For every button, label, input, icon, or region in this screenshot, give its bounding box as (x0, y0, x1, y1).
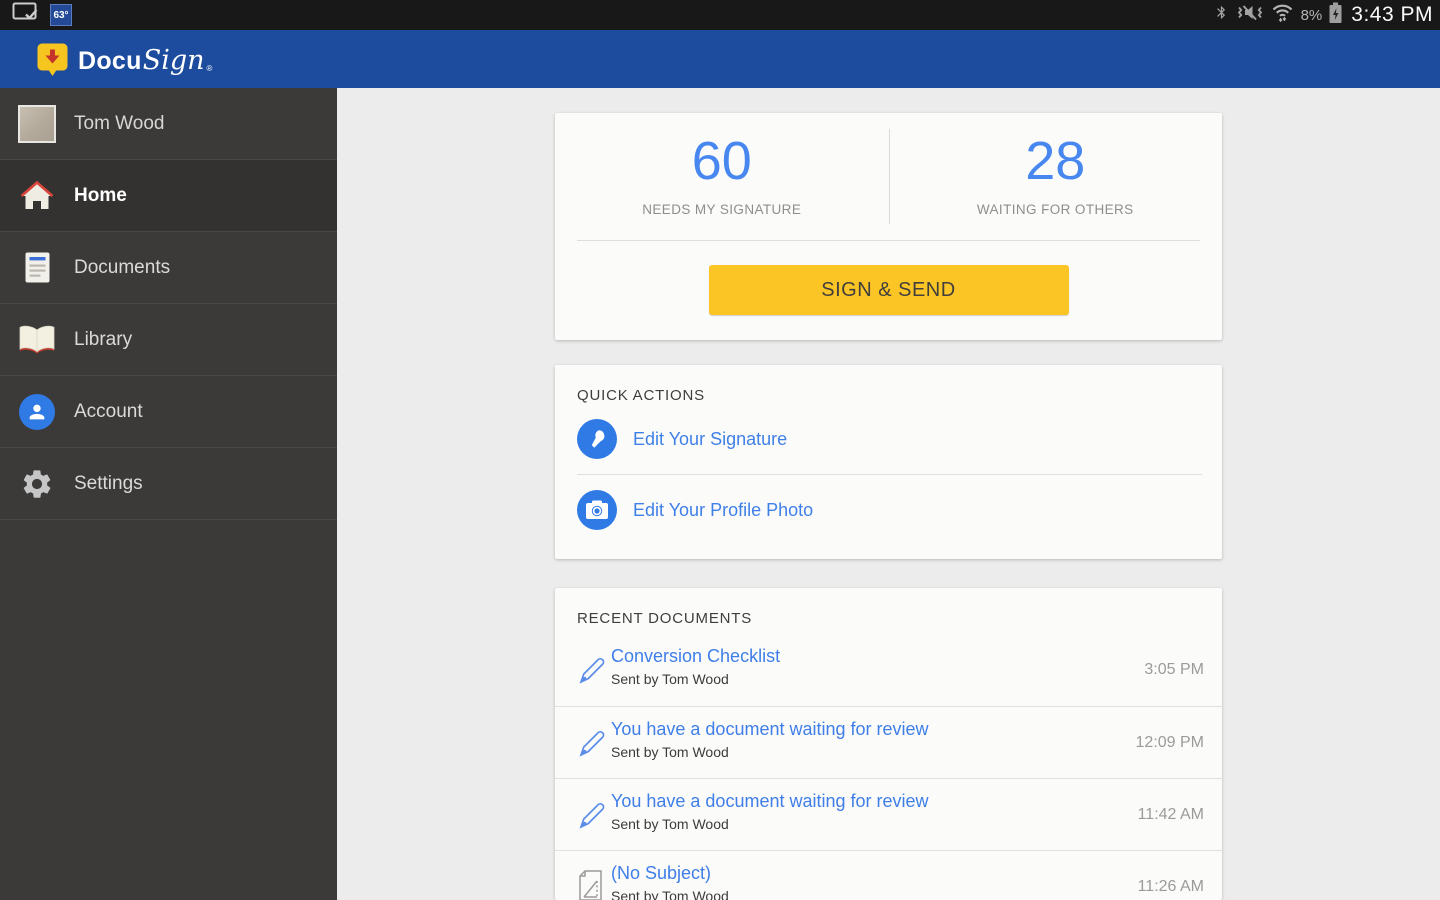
pen-icon (576, 797, 608, 836)
sidebar-item-settings[interactable]: Settings (0, 448, 337, 520)
document-title: You have a document waiting for review (611, 791, 929, 811)
document-sender: Sent by Tom Wood (611, 744, 729, 760)
needs-signature-label: NEEDS MY SIGNATURE (642, 201, 802, 217)
waiting-for-others-count[interactable]: 28 WAITING FOR OTHERS (889, 113, 1223, 240)
book-icon (16, 324, 58, 355)
registered-mark: ® (206, 64, 213, 73)
clock-label: 3:43 PM (1351, 3, 1433, 26)
sidebar-item-label: Home (74, 184, 127, 206)
document-title: (No Subject) (611, 863, 712, 883)
quick-actions-card: QUICK ACTIONS Edit Your Signature Edit Y… (555, 365, 1222, 559)
waiting-for-others-label: WAITING FOR OTHERS (976, 201, 1134, 217)
document-sender: Sent by Tom Wood (611, 816, 729, 832)
document-time: 11:26 AM (1137, 877, 1204, 895)
sidebar-item-library[interactable]: Library (0, 304, 337, 376)
envelope-counts-card: 60 NEEDS MY SIGNATURE 28 WAITING FOR OTH… (555, 113, 1222, 340)
battery-percent-label: 8% (1300, 6, 1323, 24)
status-bar: 63° 8% 3:43 PM (0, 0, 1440, 30)
document-time: 12:09 PM (1135, 733, 1204, 751)
wordmark-sign: Sign (142, 45, 205, 76)
account-person-icon (19, 393, 55, 430)
battery-charging-icon (1329, 2, 1342, 29)
wordmark-docu: Docu (78, 47, 142, 75)
document-time: 11:42 AM (1137, 805, 1204, 823)
screen-cast-check-icon (12, 2, 39, 28)
home-icon (16, 180, 58, 211)
recent-documents-card: RECENT DOCUMENTS Conversion Checklist Se… (555, 588, 1222, 900)
recent-document-row[interactable]: You have a document waiting for review S… (555, 778, 1222, 850)
edit-profile-photo-label: Edit Your Profile Photo (633, 499, 814, 520)
signature-pen-icon (577, 419, 617, 459)
sidebar-item-label: Settings (74, 472, 143, 494)
sidebar-item-label: Documents (74, 256, 171, 278)
needs-my-signature-count[interactable]: 60 NEEDS MY SIGNATURE (555, 113, 889, 240)
edit-signature-label: Edit Your Signature (633, 428, 788, 449)
profile-name: Tom Wood (74, 112, 165, 134)
edit-profile-photo-action[interactable]: Edit Your Profile Photo (555, 475, 1222, 545)
waiting-for-others-value: 28 (1025, 131, 1086, 191)
edit-signature-action[interactable]: Edit Your Signature (555, 404, 1222, 474)
vibrate-mute-icon (1236, 2, 1264, 28)
pen-icon (576, 652, 608, 691)
document-sender: Sent by Tom Wood (611, 671, 729, 687)
needs-signature-value: 60 (691, 131, 752, 191)
sidebar-profile-row[interactable]: Tom Wood (0, 88, 337, 160)
docusign-logo: Docu Sign ® (36, 42, 212, 82)
recent-document-row[interactable]: (No Subject) Sent by Tom Wood 11:26 AM (555, 850, 1222, 900)
camera-icon (577, 490, 617, 530)
document-icon (16, 251, 58, 284)
sidebar-item-label: Library (74, 328, 133, 350)
docusign-tag-icon (36, 42, 69, 82)
sidebar-item-account[interactable]: Account (0, 376, 337, 448)
document-sender: Sent by Tom Wood (611, 888, 729, 900)
sidebar-item-label: Account (74, 400, 143, 422)
gear-icon (16, 467, 58, 501)
sidebar-item-documents[interactable]: Documents (0, 232, 337, 304)
pen-icon (576, 725, 608, 764)
counts-divider (888, 129, 890, 224)
wifi-icon (1271, 2, 1294, 28)
quick-actions-title: QUICK ACTIONS (577, 387, 705, 404)
docusign-wordmark: Docu Sign ® (78, 45, 212, 76)
bluetooth-icon (1214, 2, 1229, 28)
document-title: You have a document waiting for review (611, 719, 929, 739)
recent-documents-title: RECENT DOCUMENTS (577, 610, 753, 627)
app-header: Docu Sign ® (0, 30, 1440, 88)
sign-and-send-button[interactable]: SIGN & SEND (708, 265, 1069, 315)
document-title: Conversion Checklist (611, 646, 781, 666)
weather-notification-badge: 63° (50, 4, 72, 26)
sidebar-item-home[interactable]: Home (0, 160, 337, 232)
main-content: 60 NEEDS MY SIGNATURE 28 WAITING FOR OTH… (337, 88, 1440, 900)
avatar (18, 104, 56, 143)
recent-document-row[interactable]: You have a document waiting for review S… (555, 706, 1222, 778)
document-time: 3:05 PM (1144, 661, 1204, 678)
sidebar-nav: Tom Wood Home Documents Library Account … (0, 88, 337, 900)
recent-document-row[interactable]: Conversion Checklist Sent by Tom Wood 3:… (555, 634, 1222, 706)
draft-document-icon (576, 869, 606, 900)
